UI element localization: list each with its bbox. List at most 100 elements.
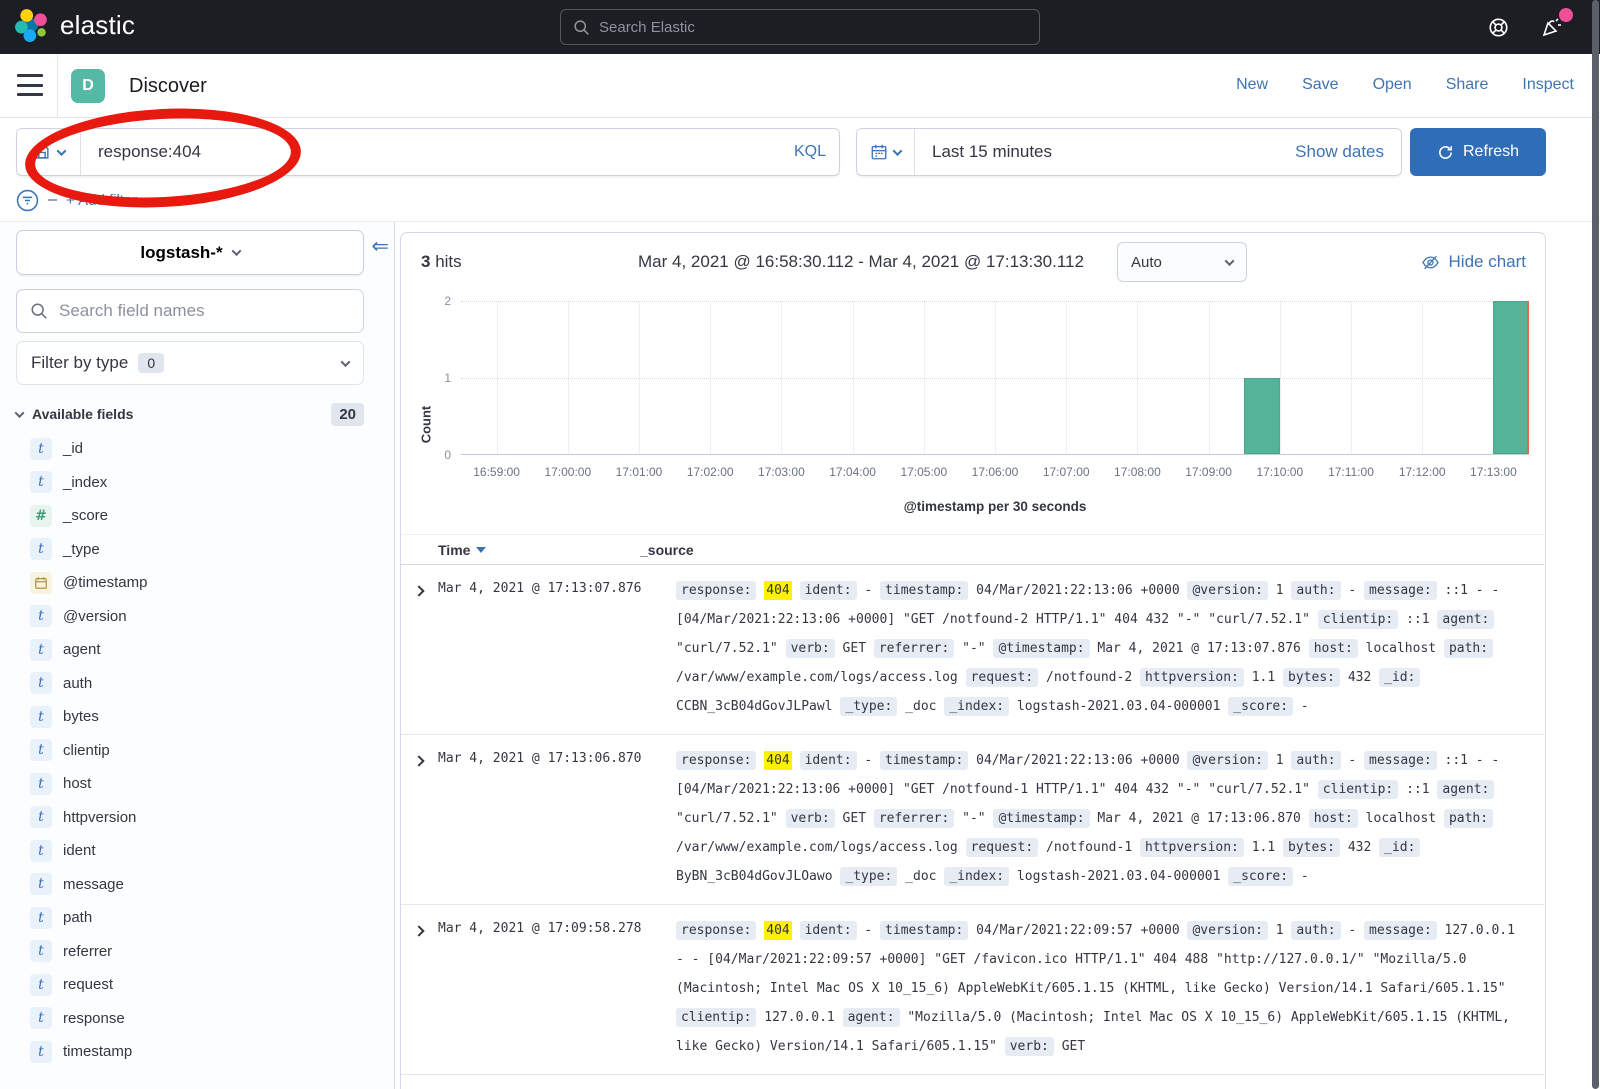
chevron-right-icon [413,755,424,766]
brand[interactable]: elastic [14,7,135,43]
source-field-badge: auth: [1291,921,1340,940]
source-value: - [1348,583,1356,598]
field-item-ident[interactable]: tident [16,834,380,868]
index-pattern-select[interactable]: logstash-* [16,230,364,275]
time-column-header[interactable]: Time [401,542,640,558]
field-item-agent[interactable]: tagent [16,633,380,667]
filter-icon[interactable] [16,189,39,212]
nav-action-share[interactable]: Share [1446,76,1489,94]
y-axis-tick-label: 2 [435,294,451,308]
x-axis-tick-label: 17:12:00 [1399,465,1446,479]
string-type-icon: t [30,940,52,962]
field-name: @version [63,608,127,625]
field-item-clientip[interactable]: tclientip [16,734,380,768]
nav-action-open[interactable]: Open [1373,76,1412,94]
source-field-badge: path: [1444,809,1493,828]
source-field-badge: referrer: [874,809,954,828]
doc-source-cell: response: 404 ident: - timestamp: 04/Mar… [676,576,1544,721]
source-value: GET [1062,1039,1085,1054]
x-axis-tick-label: 17:01:00 [616,465,663,479]
scrollbar-thumb[interactable] [1592,0,1599,1089]
hits-number: 3 [421,252,430,271]
source-field-badge: clientip: [676,1008,756,1027]
y-axis-label: Count [418,406,433,444]
save-icon [33,143,51,161]
source-field-badge: bytes: [1283,668,1340,687]
field-name: _index [63,474,107,491]
time-range-value[interactable]: Last 15 minutes [915,129,1295,175]
nav-action-inspect[interactable]: Inspect [1522,76,1574,94]
field-item-response[interactable]: tresponse [16,1002,380,1036]
source-column-header: _source [640,542,1544,558]
help-icon[interactable] [1487,16,1510,39]
query-language-button[interactable]: KQL [781,129,839,175]
show-dates-button[interactable]: Show dates [1295,129,1401,175]
histogram-bar[interactable] [1493,301,1529,454]
field-item-referrer[interactable]: treferrer [16,935,380,969]
source-field-badge: message: [1364,921,1437,940]
date-picker-group: Last 15 minutes Show dates [856,128,1402,176]
field-item-@timestamp[interactable]: @timestamp [16,566,380,600]
menu-icon[interactable] [17,74,43,96]
field-search-input[interactable]: Search field names [16,289,364,333]
field-item-@version[interactable]: t@version [16,600,380,634]
x-axis-tick-label: 17:04:00 [829,465,876,479]
newsfeed-icon[interactable] [1540,15,1564,39]
hide-chart-button[interactable]: Hide chart [1421,252,1526,272]
gridline-horizontal [461,301,1529,302]
source-value: "-" [962,641,985,656]
source-field-badge: host: [1309,809,1358,828]
global-search-input[interactable]: Search Elastic [560,9,1040,45]
refresh-label: Refresh [1463,143,1519,161]
nav-action-new[interactable]: New [1236,76,1268,94]
string-type-icon: t [30,538,52,560]
date-quick-menu-button[interactable] [857,129,915,175]
field-name: httpversion [63,809,136,826]
field-item-_type[interactable]: t_type [16,533,380,567]
available-fields-accordion[interactable]: Available fields 20 [16,399,364,429]
source-field-badge: path: [1444,639,1493,658]
field-item-request[interactable]: trequest [16,968,380,1002]
add-filter-button[interactable]: + Add filter [66,192,137,209]
query-input[interactable]: response:404 [81,129,781,175]
field-item-message[interactable]: tmessage [16,868,380,902]
doc-time-cell: Mar 4, 2021 @ 17:13:06.870 [438,746,676,891]
field-item-_score[interactable]: #_score [16,499,380,533]
field-item-host[interactable]: thost [16,767,380,801]
field-item-httpversion[interactable]: thttpversion [16,801,380,835]
field-item-path[interactable]: tpath [16,901,380,935]
source-field-badge: @version: [1187,921,1267,940]
field-item-_index[interactable]: t_index [16,466,380,500]
interval-select[interactable]: Auto [1117,242,1247,282]
source-field-badge: timestamp: [880,921,968,940]
field-item-bytes[interactable]: tbytes [16,700,380,734]
string-type-icon: t [30,974,52,996]
source-value: 127.0.0.1 [764,1010,834,1025]
y-axis-tick-label: 1 [435,371,451,385]
chevron-right-icon [413,585,424,596]
source-value: 1 [1276,583,1284,598]
table-body: Mar 4, 2021 @ 17:13:07.876response: 404 … [401,565,1544,1075]
source-value: logstash-2021.03.04-000001 [1017,869,1221,884]
histogram-chart[interactable]: Count 012 16:59:0017:00:0017:01:0017:02:… [401,299,1545,537]
source-value: - [1301,699,1309,714]
discover-app-badge[interactable]: D [71,69,105,103]
current-time-marker [1527,301,1529,454]
saved-query-menu-button[interactable] [17,129,81,175]
histogram-bar[interactable] [1244,378,1280,455]
source-value: /notfound-1 [1046,840,1132,855]
expand-row-button[interactable] [401,916,438,1061]
collapse-sidebar-icon[interactable]: ⇐ [371,236,389,257]
nav-action-save[interactable]: Save [1302,76,1338,94]
field-item-_id[interactable]: t_id [16,432,380,466]
field-item-auth[interactable]: tauth [16,667,380,701]
expand-row-button[interactable] [401,746,438,891]
discover-main: 3 hits Mar 4, 2021 @ 16:58:30.112 - Mar … [396,222,1600,1089]
filter-by-type-label: Filter by type [31,353,128,373]
expand-row-button[interactable] [401,576,438,721]
field-item-timestamp[interactable]: ttimestamp [16,1035,380,1069]
app-header: D Discover NewSaveOpenShareInspect [0,54,1600,118]
source-value: localhost [1366,811,1436,826]
filter-by-type-select[interactable]: Filter by type 0 [16,341,364,385]
refresh-button[interactable]: Refresh [1410,128,1546,176]
